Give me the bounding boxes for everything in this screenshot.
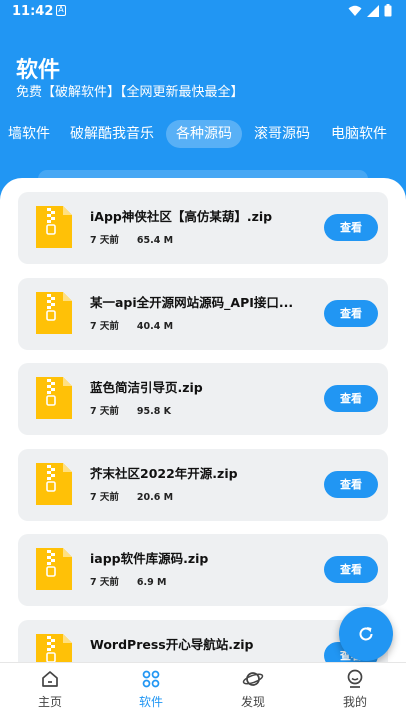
- view-button[interactable]: 查看: [324, 385, 378, 412]
- status-time: 11:42: [12, 4, 54, 19]
- nav-software[interactable]: 软件: [121, 669, 181, 710]
- bottom-navigation: 主页 软件 发现 我的: [0, 662, 406, 723]
- file-list: iApp神侠社区【高仿某葫】.zip 7 天前 65.4 M 查看 某一api全开源网站…: [0, 178, 406, 668]
- zip-file-icon: [36, 462, 72, 505]
- nav-discover-label: 发现: [240, 695, 265, 709]
- file-name: 芥末社区2022年开源.zip: [90, 465, 238, 481]
- file-card[interactable]: 某一api全开源网站源码_API接口... 7 天前 40.4 M 查看: [18, 277, 388, 350]
- file-card[interactable]: 蓝色简洁引导页.zip 7 天前 95.8 K 查看: [18, 363, 388, 435]
- file-meta: 7 天前 6.9 M: [90, 574, 167, 588]
- file-time: 7 天前: [90, 406, 119, 417]
- file-meta: 7 天前 65.4 M: [90, 232, 173, 246]
- page-subtitle: 免费【破解软件】【全网更新最快最全】: [16, 85, 244, 100]
- apps-icon: [142, 670, 160, 688]
- nav-software-label: 软件: [138, 695, 163, 709]
- tab-pc-software[interactable]: 电脑软件: [321, 120, 397, 148]
- file-meta: 7 天前 20.6 M: [90, 489, 173, 503]
- status-icons: [348, 4, 392, 17]
- zip-file-icon: [36, 291, 72, 334]
- tab-gunge-source[interactable]: 滚哥源码: [244, 120, 320, 148]
- zip-file-icon: [36, 548, 72, 590]
- category-tabs: 墙软件 破解酷我音乐 各种源码 滚哥源码 电脑软件: [0, 120, 406, 150]
- file-time: 7 天前: [90, 491, 119, 503]
- refresh-button[interactable]: [339, 607, 393, 661]
- nav-discover[interactable]: 发现: [223, 669, 283, 710]
- nav-mine[interactable]: 我的: [325, 669, 385, 710]
- file-meta: 7 天前 95.8 K: [90, 403, 171, 417]
- view-button[interactable]: 查看: [324, 214, 378, 241]
- profile-icon: [347, 669, 363, 688]
- file-name: iApp神侠社区【高仿某葫】.zip: [90, 209, 273, 224]
- nav-home[interactable]: 主页: [20, 669, 80, 710]
- file-size: 20.6 M: [136, 491, 174, 503]
- zip-file-icon: [36, 206, 72, 248]
- file-name: 某一api全开源网站源码_API接口...: [90, 294, 294, 310]
- tab-wall-software[interactable]: 墙软件: [0, 120, 60, 148]
- tab-source-code[interactable]: 各种源码: [166, 120, 242, 148]
- signal-icon: [367, 4, 379, 17]
- file-time: 7 天前: [90, 235, 119, 246]
- file-card[interactable]: WordPress开心导航站.zip7 天前6.1 M查看: [18, 619, 388, 668]
- wifi-icon: [348, 5, 362, 16]
- zip-file-icon: [36, 377, 72, 419]
- file-card[interactable]: 芥末社区2022年开源.zip 7 天前 20.6 M 查看: [18, 448, 388, 521]
- file-size: 6.9 M: [136, 577, 167, 588]
- file-time: 7 天前: [90, 577, 119, 588]
- file-name: iapp软件库源码.zip: [90, 551, 209, 566]
- tab-kuwo-music[interactable]: 破解酷我音乐: [60, 120, 164, 148]
- nav-home-label: 主页: [37, 695, 62, 709]
- view-button[interactable]: 查看: [324, 299, 378, 327]
- file-time: 7 天前: [90, 320, 119, 332]
- battery-icon: [384, 4, 392, 17]
- file-size: 95.8 K: [136, 406, 172, 417]
- view-button[interactable]: 查看: [324, 470, 378, 498]
- page-title: 软件: [16, 58, 61, 83]
- file-name: WordPress开心导航站.zip: [90, 636, 254, 652]
- view-button[interactable]: 查看: [324, 556, 378, 583]
- notification-a-icon: A: [56, 5, 66, 16]
- file-size: 65.4 M: [136, 235, 174, 246]
- nav-mine-label: 我的: [342, 695, 367, 709]
- status-bar: 11:42 A: [0, 0, 406, 24]
- home-icon: [42, 671, 58, 687]
- file-card[interactable]: iapp软件库源码.zip 7 天前 6.9 M 查看: [18, 534, 388, 606]
- file-card[interactable]: iApp神侠社区【高仿某葫】.zip 7 天前 65.4 M 查看: [18, 192, 388, 264]
- refresh-icon: [359, 627, 373, 641]
- file-size: 40.4 M: [136, 320, 174, 332]
- file-meta: 7 天前 40.4 M: [90, 318, 173, 332]
- planet-icon: [242, 672, 264, 686]
- file-name: 蓝色简洁引导页.zip: [90, 380, 203, 395]
